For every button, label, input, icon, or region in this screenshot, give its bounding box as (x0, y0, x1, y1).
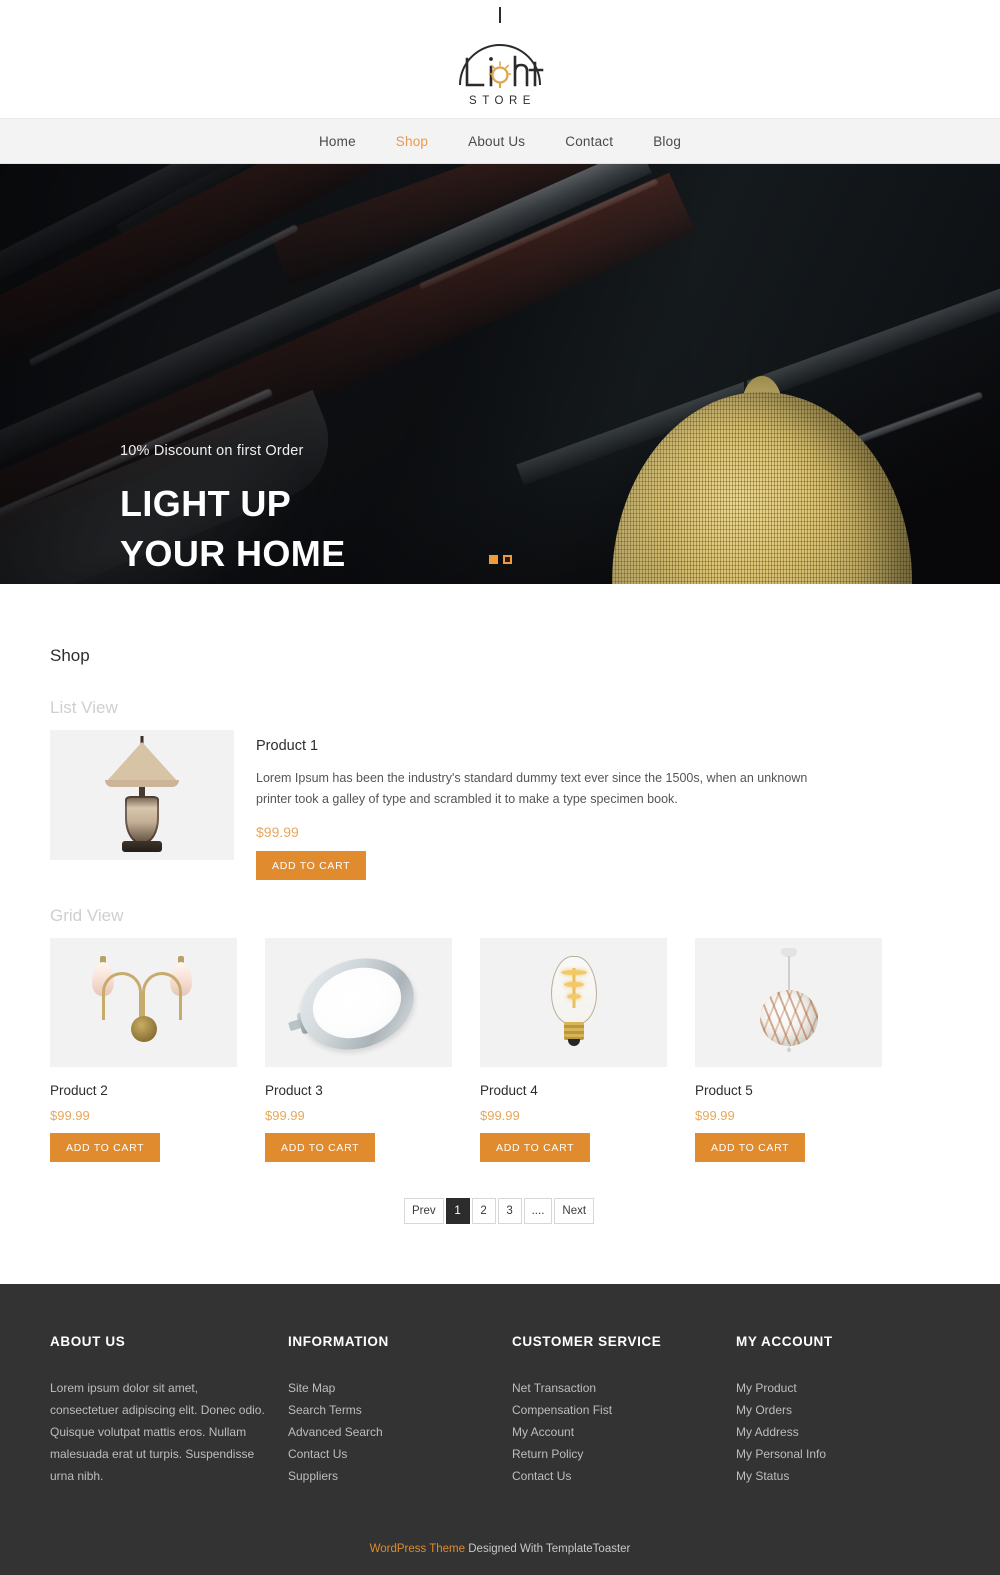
footer-link-my-account[interactable]: My Account (512, 1421, 718, 1443)
site-logo[interactable]: STORE (435, 7, 565, 111)
grid-view-label: Grid View (50, 906, 124, 925)
footer-about-us-text: Lorem ipsum dolor sit amet, consectetuer… (50, 1381, 265, 1483)
nav-item-home[interactable]: Home (299, 134, 376, 149)
footer-column-customer-service: CUSTOMER SERVICE Net Transaction Compens… (512, 1334, 736, 1487)
footer-link-advanced-search[interactable]: Advanced Search (288, 1421, 494, 1443)
hero-title-line-2: YOUR HOME (120, 533, 346, 574)
product-1-info: Product 1 Lorem Ipsum has been the indus… (256, 730, 950, 880)
footer-link-my-product[interactable]: My Product (736, 1377, 932, 1399)
product-5-price: $99.99 (695, 1108, 735, 1123)
product-card-2: Product 2 $99.99 ADD TO CART (50, 938, 237, 1162)
footer-my-account-title: MY ACCOUNT (736, 1334, 833, 1349)
product-card-4: Product 4 $99.99 ADD TO CART (480, 938, 667, 1162)
list-item: Product 1 Lorem Ipsum has been the indus… (50, 730, 950, 880)
footer-link-my-personal-info[interactable]: My Personal Info (736, 1443, 932, 1465)
product-4-name[interactable]: Product 4 (480, 1083, 667, 1098)
nav-item-blog[interactable]: Blog (633, 134, 701, 149)
product-2-add-to-cart-button[interactable]: ADD TO CART (50, 1133, 161, 1162)
footer-link-my-status[interactable]: My Status (736, 1465, 932, 1487)
footer-link-net-transaction[interactable]: Net Transaction (512, 1377, 718, 1399)
hero-kicker: 10% Discount on first Order (120, 443, 304, 459)
pagination-ellipsis[interactable]: .... (523, 1198, 553, 1224)
product-5-add-to-cart-button[interactable]: ADD TO CART (695, 1133, 806, 1162)
product-4-image[interactable] (480, 938, 667, 1067)
logo-subtitle: STORE (469, 95, 536, 107)
hero-slider-dot-2[interactable] (502, 555, 512, 564)
footer-column-information: INFORMATION Site Map Search Terms Advanc… (288, 1334, 512, 1487)
product-3-add-to-cart-button[interactable]: ADD TO CART (265, 1133, 376, 1162)
recessed-downlight-icon (265, 938, 452, 1067)
product-1-description: Lorem Ipsum has been the industry's stan… (256, 771, 808, 806)
product-1-price: $99.99 (256, 824, 299, 840)
product-2-price: $99.99 (50, 1108, 90, 1123)
nav-item-shop[interactable]: Shop (376, 134, 448, 149)
product-1-image[interactable] (50, 730, 234, 860)
product-3-name[interactable]: Product 3 (265, 1083, 452, 1098)
pagination-next-button[interactable]: Next (554, 1198, 595, 1224)
nav-item-contact[interactable]: Contact (545, 134, 633, 149)
list-view-label: List View (50, 698, 118, 717)
pendant-lamp-icon (459, 7, 544, 88)
footer-credit-highlight[interactable]: WordPress Theme (370, 1543, 465, 1555)
table-lamp-icon (50, 730, 234, 860)
product-2-image[interactable] (50, 938, 237, 1067)
product-5-image[interactable] (695, 938, 882, 1067)
hero-slider: 10% Discount on first Order LIGHT UP YOU… (0, 164, 1000, 584)
hero-slider-dots (0, 555, 1000, 564)
page-title: Shop (50, 646, 90, 665)
site-footer: ABOUT US Lorem ipsum dolor sit amet, con… (0, 1284, 1000, 1575)
footer-credit-text: Designed With TemplateToaster (465, 1543, 631, 1555)
footer-link-search-terms[interactable]: Search Terms (288, 1399, 494, 1421)
pagination: Prev 1 2 3 .... Next (50, 1198, 950, 1284)
hero-slider-dot-1[interactable] (488, 555, 498, 564)
pagination-prev-button[interactable]: Prev (403, 1198, 444, 1224)
hero-title-line-1: LIGHT UP (120, 483, 292, 524)
footer-link-compensation-fist[interactable]: Compensation Fist (512, 1399, 718, 1421)
footer-about-us-title: ABOUT US (50, 1334, 126, 1349)
footer-link-my-orders[interactable]: My Orders (736, 1399, 932, 1421)
product-4-add-to-cart-button[interactable]: ADD TO CART (480, 1133, 591, 1162)
nav-item-about-us[interactable]: About Us (448, 134, 545, 149)
footer-link-site-map[interactable]: Site Map (288, 1377, 494, 1399)
footer-customer-service-title: CUSTOMER SERVICE (512, 1334, 662, 1349)
main-navigation: Home Shop About Us Contact Blog (0, 118, 1000, 164)
footer-column-about-us: ABOUT US Lorem ipsum dolor sit amet, con… (50, 1334, 288, 1487)
footer-link-return-policy[interactable]: Return Policy (512, 1443, 718, 1465)
product-4-price: $99.99 (480, 1108, 520, 1123)
nav-list: Home Shop About Us Contact Blog (299, 134, 701, 149)
pendant-globe-icon (695, 938, 882, 1067)
shop-section: Shop List View Product 1 Lorem Ipsum has… (0, 584, 1000, 1284)
edison-bulb-icon (480, 938, 667, 1067)
site-header: STORE (0, 0, 1000, 118)
pagination-page-2[interactable]: 2 (471, 1198, 496, 1224)
product-card-5: Product 5 $99.99 ADD TO CART (695, 938, 882, 1162)
footer-credit: WordPress Theme Designed With TemplateTo… (0, 1529, 1000, 1575)
product-1-add-to-cart-button[interactable]: ADD TO CART (256, 851, 367, 880)
footer-column-my-account: MY ACCOUNT My Product My Orders My Addre… (736, 1334, 950, 1487)
footer-link-my-address[interactable]: My Address (736, 1421, 932, 1443)
footer-link-suppliers[interactable]: Suppliers (288, 1465, 494, 1487)
footer-link-contact-us-cs[interactable]: Contact Us (512, 1465, 718, 1487)
pagination-page-1[interactable]: 1 (445, 1198, 470, 1224)
product-3-price: $99.99 (265, 1108, 305, 1123)
product-3-image[interactable] (265, 938, 452, 1067)
product-1-name[interactable]: Product 1 (256, 738, 950, 754)
footer-information-title: INFORMATION (288, 1334, 389, 1349)
wall-sconce-icon (50, 938, 237, 1067)
product-grid: Product 2 $99.99 ADD TO CART Product 3 $… (50, 938, 950, 1162)
product-2-name[interactable]: Product 2 (50, 1083, 237, 1098)
pagination-page-3[interactable]: 3 (497, 1198, 522, 1224)
footer-link-contact-us[interactable]: Contact Us (288, 1443, 494, 1465)
product-5-name[interactable]: Product 5 (695, 1083, 882, 1098)
product-card-3: Product 3 $99.99 ADD TO CART (265, 938, 452, 1162)
